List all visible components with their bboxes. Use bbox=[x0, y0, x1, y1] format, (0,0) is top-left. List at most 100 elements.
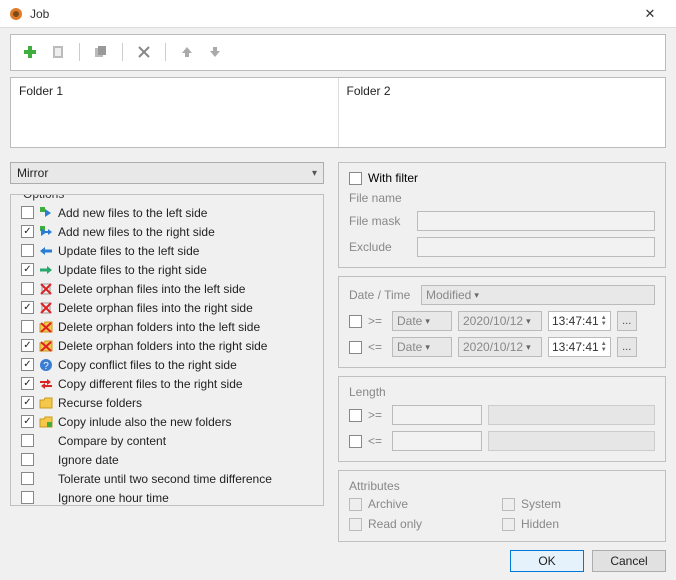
option-checkbox[interactable] bbox=[21, 244, 34, 257]
toolbar bbox=[10, 34, 666, 71]
option-row: Delete orphan folders into the left side bbox=[21, 317, 313, 336]
update-left-icon bbox=[38, 243, 54, 259]
add-button[interactable] bbox=[21, 43, 39, 61]
option-label: Copy conflict files to the right side bbox=[58, 358, 237, 372]
option-checkbox[interactable] bbox=[21, 453, 34, 466]
folder-left-column[interactable]: Folder 1 bbox=[11, 78, 338, 147]
option-label: Delete orphan files into the left side bbox=[58, 282, 245, 296]
dialog-footer: OK Cancel bbox=[10, 550, 666, 572]
length-le-input[interactable] bbox=[392, 431, 482, 451]
option-row: Recurse folders bbox=[21, 393, 313, 412]
options-legend: Options bbox=[19, 194, 68, 201]
option-checkbox[interactable] bbox=[21, 472, 34, 485]
datetime-ge-date-picker[interactable]: 2020/10/12▾ bbox=[458, 311, 542, 331]
datetime-ge-browse-button[interactable]: ... bbox=[617, 311, 637, 331]
length-ge-unit-combo[interactable] bbox=[488, 405, 655, 425]
option-label: Copy inlude also the new folders bbox=[58, 415, 231, 429]
option-checkbox[interactable] bbox=[21, 320, 34, 333]
option-checkbox[interactable] bbox=[21, 225, 34, 238]
svg-text:?: ? bbox=[43, 361, 49, 372]
attributes-group: Attributes Archive System Read only Hidd… bbox=[338, 470, 666, 542]
datetime-mode-combo[interactable]: Modified ▾ bbox=[421, 285, 655, 305]
option-label: Delete orphan folders into the right sid… bbox=[58, 339, 267, 353]
option-checkbox[interactable] bbox=[21, 491, 34, 504]
datetime-group: Date / Time Modified ▾ >= Date▾ 2020/10/… bbox=[338, 276, 666, 368]
options-group: Options Add new files to the left side Ad… bbox=[10, 194, 324, 506]
datetime-le-time-spinner[interactable]: 13:47:41▲▼ bbox=[548, 337, 611, 357]
mode-combo-value: Mirror bbox=[17, 166, 312, 180]
folders-panel: Folder 1 Folder 2 bbox=[10, 77, 666, 148]
option-label: Update files to the right side bbox=[58, 263, 207, 277]
option-row: Ignore one hour time bbox=[21, 488, 313, 506]
length-le-checkbox[interactable] bbox=[349, 435, 362, 448]
archive-checkbox[interactable] bbox=[349, 498, 362, 511]
option-checkbox[interactable] bbox=[21, 339, 34, 352]
diff-icon bbox=[38, 376, 54, 392]
toolbar-separator bbox=[165, 43, 166, 61]
chevron-down-icon: ▾ bbox=[474, 290, 479, 301]
option-label: Tolerate until two second time differenc… bbox=[58, 472, 272, 486]
system-checkbox[interactable] bbox=[502, 498, 515, 511]
option-label: Ignore one hour time bbox=[58, 491, 169, 505]
delete-button[interactable] bbox=[135, 43, 153, 61]
option-row: Update files to the left side bbox=[21, 241, 313, 260]
option-checkbox[interactable] bbox=[21, 301, 34, 314]
ok-button[interactable]: OK bbox=[510, 550, 584, 572]
hidden-checkbox[interactable] bbox=[502, 518, 515, 531]
chevron-down-icon: ▾ bbox=[312, 168, 317, 179]
option-row: Delete orphan folders into the right sid… bbox=[21, 336, 313, 355]
del-file-left-icon bbox=[38, 281, 54, 297]
with-filter-checkbox[interactable] bbox=[349, 172, 362, 185]
close-button[interactable]: ✕ bbox=[632, 6, 668, 22]
recurse-icon bbox=[38, 395, 54, 411]
folder-right-column[interactable]: Folder 2 bbox=[338, 78, 666, 147]
datetime-ge-checkbox[interactable] bbox=[349, 315, 362, 328]
move-up-button[interactable] bbox=[178, 43, 196, 61]
file-mask-input[interactable] bbox=[417, 211, 655, 231]
copy-button[interactable] bbox=[92, 43, 110, 61]
datetime-le-date-picker[interactable]: 2020/10/12▾ bbox=[458, 337, 542, 357]
paste-button[interactable] bbox=[49, 43, 67, 61]
option-checkbox[interactable] bbox=[21, 206, 34, 219]
option-checkbox[interactable] bbox=[21, 358, 34, 371]
datetime-le-checkbox[interactable] bbox=[349, 341, 362, 354]
datetime-ge-field-combo[interactable]: Date▾ bbox=[392, 311, 452, 331]
move-down-button[interactable] bbox=[206, 43, 224, 61]
option-row: ? Copy conflict files to the right side bbox=[21, 355, 313, 374]
folder-left-header: Folder 1 bbox=[19, 84, 330, 98]
option-row: Add new files to the left side bbox=[21, 203, 313, 222]
length-label: Length bbox=[349, 385, 655, 399]
option-checkbox[interactable] bbox=[21, 396, 34, 409]
exclude-input[interactable] bbox=[417, 237, 655, 257]
option-label: Update files to the left side bbox=[58, 244, 199, 258]
length-le-unit-combo[interactable] bbox=[488, 431, 655, 451]
option-label: Add new files to the right side bbox=[58, 225, 215, 239]
newfolders-icon bbox=[38, 414, 54, 430]
cancel-button[interactable]: Cancel bbox=[592, 550, 666, 572]
option-checkbox[interactable] bbox=[21, 415, 34, 428]
app-icon bbox=[8, 6, 24, 22]
option-checkbox[interactable] bbox=[21, 377, 34, 390]
datetime-ge-time-spinner[interactable]: 13:47:41▲▼ bbox=[548, 311, 611, 331]
readonly-checkbox[interactable] bbox=[349, 518, 362, 531]
option-row: Add new files to the right side bbox=[21, 222, 313, 241]
file-name-label: File name bbox=[349, 191, 411, 205]
option-label: Compare by content bbox=[58, 434, 166, 448]
mode-combo[interactable]: Mirror ▾ bbox=[10, 162, 324, 184]
option-checkbox[interactable] bbox=[21, 282, 34, 295]
add-left-icon bbox=[38, 205, 54, 221]
option-row: Copy different files to the right side bbox=[21, 374, 313, 393]
ge-op-label: >= bbox=[368, 314, 386, 328]
length-ge-checkbox[interactable] bbox=[349, 409, 362, 422]
option-row: Delete orphan files into the right side bbox=[21, 298, 313, 317]
del-fold-left-icon bbox=[38, 319, 54, 335]
length-group: Length >= <= bbox=[338, 376, 666, 462]
option-label: Add new files to the left side bbox=[58, 206, 207, 220]
length-ge-input[interactable] bbox=[392, 405, 482, 425]
option-checkbox[interactable] bbox=[21, 434, 34, 447]
option-checkbox[interactable] bbox=[21, 263, 34, 276]
datetime-le-field-combo[interactable]: Date▾ bbox=[392, 337, 452, 357]
datetime-le-browse-button[interactable]: ... bbox=[617, 337, 637, 357]
with-filter-label: With filter bbox=[368, 171, 418, 185]
option-row: Tolerate until two second time differenc… bbox=[21, 469, 313, 488]
